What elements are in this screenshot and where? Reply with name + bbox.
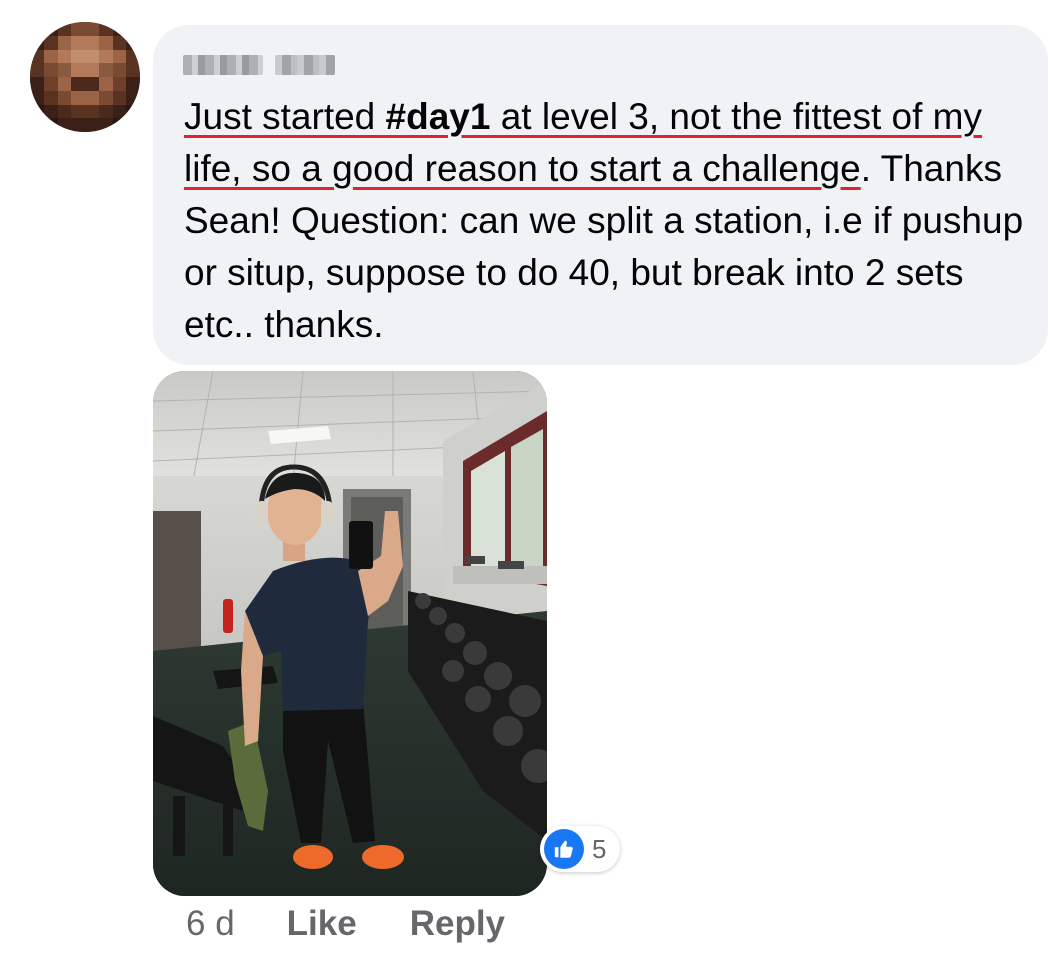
timestamp[interactable]: 6 d [186,904,235,944]
avatar[interactable] [30,22,140,132]
reaction-summary[interactable]: 5 [540,826,621,872]
reply-button[interactable]: Reply [410,904,505,944]
comment-actions: 6 d Like Reply [186,900,505,948]
comment-text: Just started #day1 at level 3, not the f… [184,96,1024,345]
attached-photo[interactable] [153,371,547,896]
gym-selfie-image [153,371,547,896]
comment-bubble: Just started #day1 at level 3, not the f… [153,25,1048,365]
redacted-first-name [183,55,263,75]
thumbs-up-icon [544,829,584,869]
author-name-redacted[interactable] [183,53,335,77]
like-button[interactable]: Like [287,904,357,944]
hashtag-link[interactable]: #day1 [386,96,491,137]
reaction-count: 5 [592,833,607,864]
redacted-last-name [275,55,335,75]
